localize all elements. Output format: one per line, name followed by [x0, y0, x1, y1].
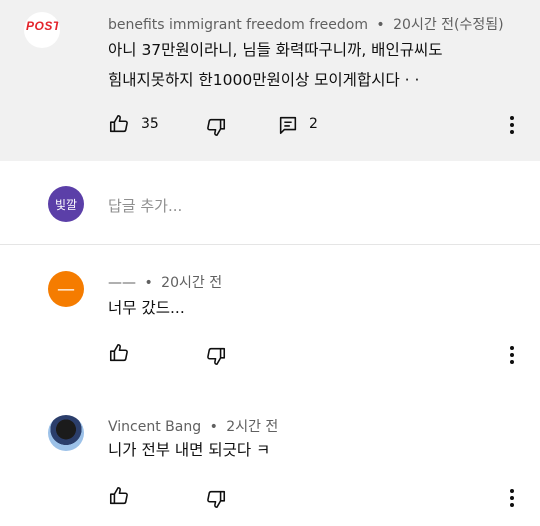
reply-icon[interactable]	[277, 114, 299, 136]
meta-separator: •	[144, 275, 153, 291]
meta-separator: •	[376, 17, 385, 33]
avatar[interactable]: POST	[24, 12, 60, 48]
comment-meta: benefits immigrant freedom freedom • 20시…	[108, 14, 504, 34]
post-logo: POST	[26, 19, 60, 33]
meta-separator: •	[209, 419, 218, 435]
comment-time[interactable]: 20시간 전(수정됨)	[393, 17, 503, 33]
dislike-icon[interactable]	[205, 488, 227, 510]
comment-text-line-2: 힘내지못하지 한1000만원이상 모이게합시다 · ·	[108, 71, 420, 89]
more-options-icon[interactable]	[509, 115, 515, 135]
more-options-icon[interactable]	[509, 488, 515, 508]
dislike-icon[interactable]	[205, 116, 227, 138]
like-icon[interactable]	[108, 113, 130, 135]
comment-text-line-1: 너무 갔드...	[108, 299, 185, 317]
comment-text-line-1: 아니 37만원이라니, 님들 화력따구니까, 배인규씨도	[108, 41, 443, 59]
avatar[interactable]	[48, 415, 84, 451]
comment-meta: Vincent Bang • 2시간 전	[108, 416, 278, 436]
like-count: 35	[141, 116, 159, 132]
more-options-icon[interactable]	[509, 345, 515, 365]
comment-time[interactable]: 20시간 전	[161, 275, 222, 291]
divider	[0, 244, 540, 245]
avatar: 빛깔	[48, 186, 84, 222]
comment-author[interactable]: ——	[108, 275, 136, 291]
reply-input[interactable]: 답글 추가...	[108, 195, 182, 216]
reply-count: 2	[309, 116, 318, 132]
dislike-icon[interactable]	[205, 345, 227, 367]
comment-time[interactable]: 2시간 전	[226, 419, 278, 435]
comment-meta: —— • 20시간 전	[108, 272, 222, 292]
comment-author[interactable]: benefits immigrant freedom freedom	[108, 17, 368, 33]
comment-author[interactable]: Vincent Bang	[108, 419, 201, 435]
like-icon[interactable]	[108, 485, 130, 507]
avatar[interactable]: —	[48, 271, 84, 307]
comment-text-line-1: 니가 전부 내면 되긋다 ㅋ	[108, 441, 271, 459]
like-icon[interactable]	[108, 342, 130, 364]
